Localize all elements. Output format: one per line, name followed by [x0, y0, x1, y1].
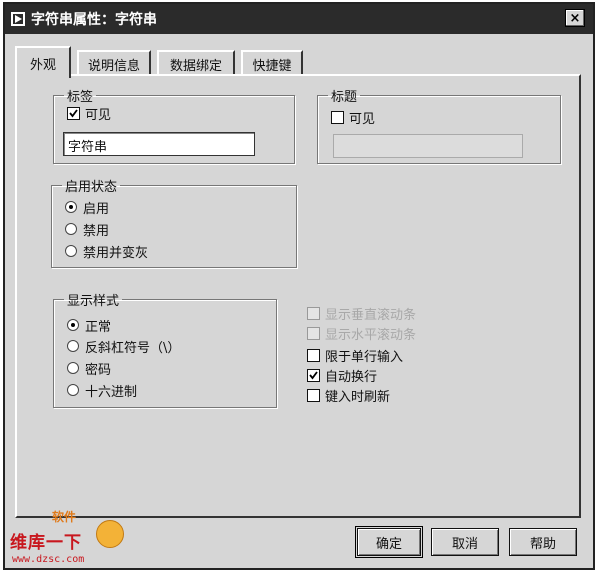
radio-button[interactable] [67, 319, 79, 331]
radio-button[interactable] [65, 245, 77, 257]
label-visible-text: 可见 [85, 107, 112, 123]
display-style-legend: 显示样式 [67, 294, 120, 309]
radio-disabled-grayed[interactable]: 禁用并变灰 [65, 242, 149, 261]
checkmark-icon [309, 370, 318, 379]
checkbox-box[interactable] [307, 348, 320, 362]
word-wrap-checkbox[interactable]: 自动换行 [307, 366, 378, 385]
checkmark-icon [69, 108, 78, 117]
radio-disabled-grayed-label: 禁用并变灰 [83, 245, 149, 261]
checkbox-box[interactable] [307, 306, 320, 320]
horizontal-scrollbar-label: 显示水平滚动条 [325, 327, 417, 343]
close-icon: × [569, 10, 581, 26]
properties-dialog: 字符串属性：字符串 × 外观 说明信息 数据绑定 快捷键 标签 可见 字符串 标… [3, 2, 595, 570]
caption-text-field[interactable] [333, 134, 523, 158]
label-visible-checkbox[interactable]: 可见 [67, 104, 112, 123]
radio-button[interactable] [67, 340, 79, 352]
radio-button[interactable] [65, 223, 77, 235]
update-while-typing-label: 键入时刷新 [325, 389, 391, 405]
checkbox-box[interactable] [331, 110, 344, 124]
radio-enabled[interactable]: 启用 [65, 198, 110, 217]
radio-button[interactable] [67, 362, 79, 374]
single-line-label: 限于单行输入 [325, 349, 404, 365]
checkbox-box[interactable] [307, 326, 320, 340]
radio-button[interactable] [67, 384, 79, 396]
help-button[interactable]: 帮助 [509, 528, 577, 556]
tab-shortcut[interactable]: 快捷键 [241, 50, 303, 76]
radio-password-label: 密码 [85, 362, 112, 378]
watermark-url: www.dzsc.com [12, 554, 85, 565]
word-wrap-label: 自动换行 [325, 369, 378, 385]
checkbox-box[interactable] [307, 368, 320, 382]
radio-normal-label: 正常 [85, 319, 112, 335]
radio-backslash-label: 反斜杠符号（\） [85, 340, 181, 356]
title-bar[interactable]: 字符串属性：字符串 × [5, 4, 593, 34]
single-line-checkbox[interactable]: 限于单行输入 [307, 346, 404, 365]
vertical-scrollbar-label: 显示垂直滚动条 [325, 307, 417, 323]
caption-visible-checkbox[interactable]: 可见 [331, 108, 376, 127]
close-button[interactable]: × [565, 9, 585, 27]
enable-state-legend: 启用状态 [65, 180, 118, 195]
caption-group-legend: 标题 [331, 90, 358, 105]
caption-visible-text: 可见 [349, 111, 376, 127]
cancel-button[interactable]: 取消 [431, 528, 499, 556]
radio-disabled-label: 禁用 [83, 223, 110, 239]
vertical-scrollbar-checkbox[interactable]: 显示垂直滚动条 [307, 304, 417, 323]
ok-button[interactable]: 确定 [355, 526, 423, 558]
radio-password[interactable]: 密码 [67, 359, 112, 378]
labview-app-icon [11, 12, 25, 26]
radio-hex[interactable]: 十六进制 [67, 381, 138, 400]
tab-documentation[interactable]: 说明信息 [77, 50, 151, 76]
update-while-typing-checkbox[interactable]: 键入时刷新 [307, 386, 391, 405]
watermark-top-text: 软件 [52, 510, 77, 524]
radio-disabled[interactable]: 禁用 [65, 220, 110, 239]
radio-hex-label: 十六进制 [85, 384, 138, 400]
mascot-icon [96, 520, 124, 548]
appearance-panel: 标签 可见 字符串 标题 可见 启用状态 启用 禁用 禁用并变灰 显示样式 正常… [15, 74, 581, 518]
label-text-field[interactable]: 字符串 [63, 132, 255, 156]
checkbox-box[interactable] [307, 388, 320, 402]
checkbox-box[interactable] [67, 106, 80, 120]
radio-enabled-label: 启用 [83, 201, 110, 217]
horizontal-scrollbar-checkbox[interactable]: 显示水平滚动条 [307, 324, 417, 343]
radio-button[interactable] [65, 201, 77, 213]
site-watermark: 软件 维库一下 www.dzsc.com [4, 506, 164, 570]
label-group-legend: 标签 [67, 90, 94, 105]
window-title: 字符串属性：字符串 [31, 12, 157, 28]
tab-data-binding[interactable]: 数据绑定 [157, 50, 235, 76]
watermark-brand: 维库一下 [10, 533, 82, 553]
tab-appearance[interactable]: 外观 [15, 46, 71, 78]
radio-backslash[interactable]: 反斜杠符号（\） [67, 337, 181, 356]
radio-normal[interactable]: 正常 [67, 316, 112, 335]
